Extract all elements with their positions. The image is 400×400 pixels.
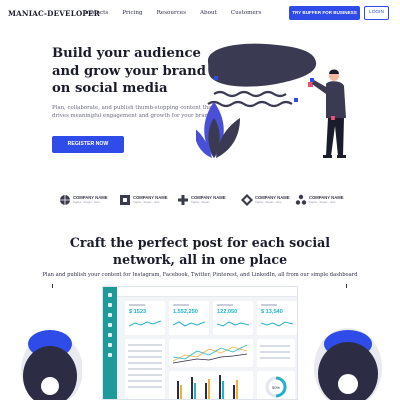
section-subtitle: Plan and publish your content for Instag… xyxy=(42,272,358,278)
stat-card: 122,050 xyxy=(213,301,253,335)
line-chart-panel xyxy=(169,339,253,367)
sidebar-dot-icon xyxy=(108,343,112,347)
sparkline xyxy=(217,321,249,327)
square-badge-icon xyxy=(120,195,130,205)
sparkline xyxy=(261,321,293,327)
sparkline xyxy=(173,321,205,327)
sidebar-dot-icon xyxy=(108,333,112,337)
list-row xyxy=(128,356,162,358)
register-button[interactable]: REGISTER NOW xyxy=(52,136,124,153)
stat-label-bar xyxy=(173,304,189,306)
donut-label: 50% xyxy=(272,385,280,390)
person-torso xyxy=(326,81,346,118)
divider-tick xyxy=(346,284,347,288)
sidebar-dot-icon xyxy=(108,323,112,327)
summary-row xyxy=(260,345,290,347)
stat-label-bar xyxy=(129,304,145,306)
company-name: COMPANY NAME xyxy=(73,195,108,200)
summary-row xyxy=(260,351,290,353)
list-panel xyxy=(125,339,165,399)
stat-value: $ 13,540 xyxy=(261,309,283,315)
sidebar-dot-icon xyxy=(108,353,112,357)
person-arm xyxy=(312,80,328,94)
person-glove xyxy=(331,116,335,120)
company-tagline: Tagline · Slogan · Here xyxy=(309,201,336,204)
stat-label-bar xyxy=(261,304,277,306)
nav-links: Products Pricing Resources About Custome… xyxy=(83,10,275,16)
list-row xyxy=(128,350,162,352)
dashboard-preview: $ 1523 1,552,250 122,050 $ 13,540 50% xyxy=(102,286,298,400)
stat-card: $ 1523 xyxy=(125,301,165,335)
stat-card: $ 13,540 xyxy=(257,301,297,335)
globe-icon xyxy=(60,195,70,205)
company-tagline: Tagline · Slogan xyxy=(191,201,210,204)
list-row xyxy=(128,374,162,376)
stat-value: 122,050 xyxy=(217,309,238,315)
nav-link-resources[interactable]: Resources xyxy=(157,10,186,16)
hero-illustration xyxy=(196,43,346,158)
person-legs xyxy=(326,118,344,156)
company-name: COMPANY NAME xyxy=(133,195,168,200)
dark-blob-shape xyxy=(207,43,317,87)
accent-square xyxy=(294,98,298,102)
stat-label-bar xyxy=(217,304,233,306)
dashboard-topbar xyxy=(117,287,297,297)
cross-icon xyxy=(178,195,188,205)
accent-square xyxy=(308,82,313,87)
person-shoe xyxy=(337,155,346,158)
list-row xyxy=(128,344,162,346)
decorative-blob-left xyxy=(21,330,82,400)
divider-tick xyxy=(52,284,53,288)
company-name: COMPANY NAME xyxy=(309,195,344,200)
sparkline xyxy=(129,320,161,327)
top-nav: MANIAC-DEVELOPER Products Pricing Resour… xyxy=(0,0,400,28)
summary-panel xyxy=(257,339,295,367)
nav-link-pricing[interactable]: Pricing xyxy=(122,10,142,16)
company-name: COMPANY NAME xyxy=(255,195,290,200)
wave-line xyxy=(213,90,287,98)
list-row xyxy=(128,386,162,388)
person-shoe xyxy=(323,155,332,158)
section-title-line: Craft the perfect post for each social xyxy=(69,235,331,250)
section-title: Craft the perfect post for each social n… xyxy=(60,235,340,268)
sidebar-dot-icon xyxy=(108,313,112,317)
stat-card: 1,552,250 xyxy=(169,301,209,335)
nav-link-products[interactable]: Products xyxy=(83,10,108,16)
company-tagline: Tagline · Slogan · Here xyxy=(73,201,100,204)
stat-value: $ 1523 xyxy=(129,309,147,315)
company-tagline: Tagline · Slogan · Here xyxy=(133,201,160,204)
dashboard-sidebar xyxy=(103,287,117,399)
list-row xyxy=(128,368,162,370)
login-button[interactable]: LOGIN xyxy=(364,6,389,20)
section-title-line: network, all in one place xyxy=(112,251,288,267)
company-name: COMPANY NAME xyxy=(191,195,226,200)
triangle-dots-icon xyxy=(295,194,307,205)
person-glove xyxy=(310,78,314,82)
bar-chart xyxy=(177,375,238,399)
person-hair xyxy=(329,69,339,74)
accent-square xyxy=(214,76,218,80)
nav-link-customers[interactable]: Customers xyxy=(231,10,262,16)
list-row xyxy=(128,380,162,382)
stat-value: 1,552,250 xyxy=(173,309,198,315)
line-chart xyxy=(172,344,248,364)
company-tagline: Tagline · Slogan · Here xyxy=(255,201,282,204)
decorative-blob-right xyxy=(314,328,382,400)
bar-chart-panel xyxy=(169,371,253,399)
try-business-button[interactable]: TRY BUFFER FOR BUSINESS xyxy=(289,6,360,20)
sidebar-dot-icon xyxy=(108,303,112,307)
donut-chart: 50% xyxy=(265,376,287,398)
donut-panel: 50% xyxy=(257,371,295,399)
sidebar-dot-icon xyxy=(108,293,112,297)
company-logos-row: COMPANY NAME Tagline · Slogan · Here COM… xyxy=(55,192,355,212)
wave-line xyxy=(207,100,293,108)
list-row xyxy=(128,362,162,364)
summary-row xyxy=(260,357,290,359)
nav-link-about[interactable]: About xyxy=(200,10,217,16)
diamond-icon xyxy=(241,194,253,206)
